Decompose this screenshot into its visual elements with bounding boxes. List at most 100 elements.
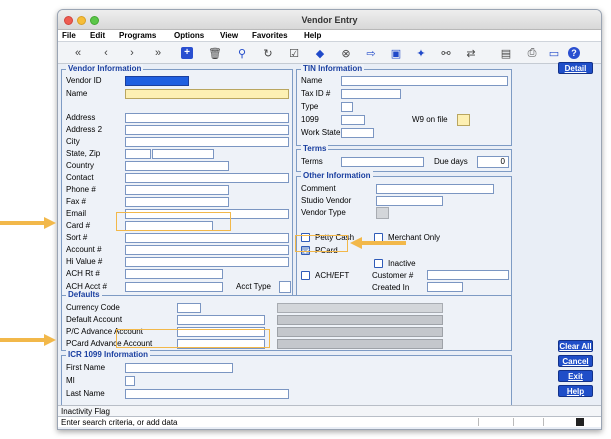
swap-icon[interactable]: ⇄ <box>463 45 479 61</box>
default-account-description <box>277 315 443 325</box>
default-account-field[interactable] <box>177 315 265 325</box>
form-1099-field[interactable] <box>341 115 365 125</box>
tax-id-label: Tax ID # <box>301 89 331 98</box>
studio-vendor-field[interactable] <box>376 196 443 206</box>
next-record-icon[interactable]: › <box>124 45 140 61</box>
hi-value-label: Hi Value # <box>66 257 103 266</box>
eraser-icon[interactable]: ◆ <box>312 45 328 61</box>
menu-options[interactable]: Options <box>174 31 204 40</box>
other-information-title: Other Information <box>301 171 373 181</box>
hi-value-field[interactable] <box>125 257 289 267</box>
account-field[interactable] <box>125 245 289 255</box>
first-name-field[interactable] <box>125 363 233 373</box>
vendor-type-label: Vendor Type <box>301 208 346 217</box>
menu-programs[interactable]: Programs <box>119 31 156 40</box>
due-days-label: Due days <box>434 157 468 166</box>
comment-field[interactable] <box>376 184 494 194</box>
exit-button[interactable]: Exit <box>558 370 593 382</box>
tin-information-group: TIN Information Name Tax ID # Type 1099 … <box>296 64 512 146</box>
screen-icon[interactable]: ▭ <box>546 45 562 61</box>
menu-favorites[interactable]: Favorites <box>252 31 288 40</box>
vendor-information-title: Vendor Information <box>66 64 144 74</box>
exit-icon[interactable]: ⇨ <box>363 45 379 61</box>
ach-eft-checkbox[interactable] <box>301 271 310 280</box>
work-state-field[interactable] <box>341 128 374 138</box>
check-icon[interactable]: ☑ <box>286 45 302 61</box>
w9-field[interactable] <box>457 114 470 126</box>
type-label: Type <box>301 102 319 111</box>
first-record-icon[interactable]: « <box>70 45 86 61</box>
detail-button[interactable]: Detail <box>558 62 593 74</box>
zoom-icon[interactable]: ⚯ <box>438 45 454 61</box>
fax-label: Fax # <box>66 197 87 206</box>
acct-type-field[interactable] <box>279 281 291 293</box>
state-field[interactable] <box>125 149 151 159</box>
city-field[interactable] <box>125 137 289 147</box>
vendor-type-field[interactable] <box>376 207 389 219</box>
terms-field[interactable] <box>341 157 424 167</box>
add-icon[interactable]: + <box>179 45 195 61</box>
print-icon[interactable]: ⎙ <box>524 45 540 61</box>
address2-field[interactable] <box>125 125 289 135</box>
card-field-highlight <box>116 212 231 231</box>
tin-name-label: Name <box>301 76 323 85</box>
due-days-field[interactable]: 0 <box>477 156 509 168</box>
pcard-arrow-icon <box>350 237 406 249</box>
vendor-id-label: Vendor ID <box>66 76 102 85</box>
title-bar: Vendor Entry <box>58 10 601 30</box>
phone-field[interactable] <box>125 185 229 195</box>
ach-rt-field[interactable] <box>125 269 223 279</box>
name-label: Name <box>66 89 88 98</box>
delete-icon[interactable]: 🗑 <box>207 45 223 61</box>
prev-record-icon[interactable]: ‹ <box>98 45 114 61</box>
refresh-icon[interactable]: ↻ <box>260 45 276 61</box>
last-name-label: Last Name <box>66 389 105 398</box>
mi-field[interactable] <box>125 376 135 386</box>
last-record-icon[interactable]: » <box>150 45 166 61</box>
type-field[interactable] <box>341 102 353 112</box>
terms-group: Terms Terms Due days 0 <box>296 144 512 172</box>
created-in-field[interactable] <box>427 282 463 292</box>
help-icon[interactable]: ? <box>566 45 582 61</box>
vendor-information-group: Vendor Information Vendor ID Name Addres… <box>61 64 293 298</box>
inactive-label: Inactive <box>388 259 416 268</box>
sort-field[interactable] <box>125 233 289 243</box>
address-field[interactable] <box>125 113 289 123</box>
contact-label: Contact <box>66 173 94 182</box>
search-icon[interactable]: ⚲ <box>234 45 250 61</box>
contact-field[interactable] <box>125 173 289 183</box>
notes-icon[interactable]: ▤ <box>498 45 514 61</box>
tax-id-field[interactable] <box>341 89 401 99</box>
inactive-checkbox[interactable] <box>374 259 383 268</box>
card-icon[interactable]: ▣ <box>388 45 404 61</box>
country-field[interactable] <box>125 161 229 171</box>
cancel-icon[interactable]: ⊗ <box>338 45 354 61</box>
ach-acct-field[interactable] <box>125 282 223 292</box>
menu-view[interactable]: View <box>220 31 238 40</box>
zip-field[interactable] <box>152 149 214 159</box>
currency-code-label: Currency Code <box>66 303 120 312</box>
state-zip-label: State, Zip <box>66 149 101 158</box>
form-1099-label: 1099 <box>301 115 319 124</box>
customer-label: Customer # <box>372 271 414 280</box>
menu-file[interactable]: File <box>62 31 76 40</box>
cancel-button[interactable]: Cancel <box>558 355 593 367</box>
currency-code-field[interactable] <box>177 303 201 313</box>
menu-edit[interactable]: Edit <box>90 31 105 40</box>
menu-help[interactable]: Help <box>304 31 321 40</box>
pointer-icon[interactable]: ✦ <box>413 45 429 61</box>
vendor-id-field[interactable] <box>125 76 189 86</box>
address2-label: Address 2 <box>66 125 103 134</box>
last-name-field[interactable] <box>125 389 289 399</box>
fax-field[interactable] <box>125 197 229 207</box>
ach-rt-label: ACH Rt # <box>66 269 100 278</box>
customer-field[interactable] <box>427 270 509 280</box>
name-field[interactable] <box>125 89 289 99</box>
tin-name-field[interactable] <box>341 76 508 86</box>
first-name-label: First Name <box>66 363 106 372</box>
menu-bar: File Edit Programs Options View Favorite… <box>58 30 601 42</box>
studio-vendor-label: Studio Vendor <box>301 196 352 205</box>
help-button[interactable]: Help <box>558 385 593 397</box>
tin-information-title: TIN Information <box>301 64 365 74</box>
clear-all-button[interactable]: Clear All <box>558 340 593 352</box>
